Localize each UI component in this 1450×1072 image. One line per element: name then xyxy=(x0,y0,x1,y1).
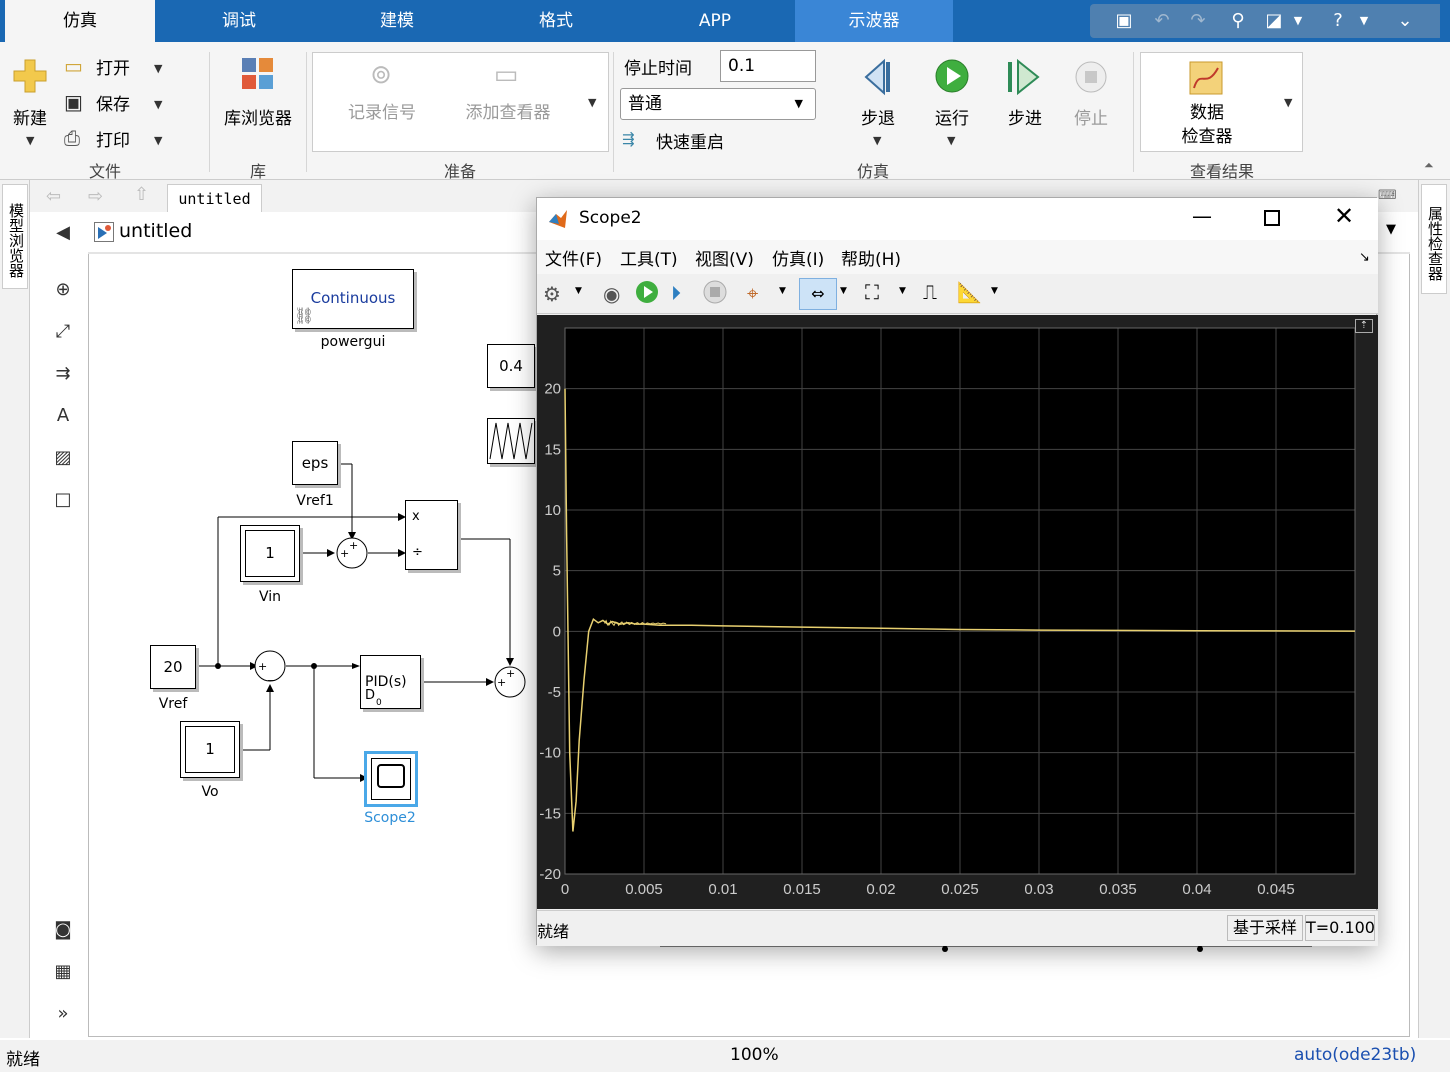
eps-label: Vref1 xyxy=(296,493,334,509)
scope-title: Scope2 xyxy=(579,208,642,228)
y-tick-label: -20 xyxy=(539,866,561,883)
settings-gear-icon[interactable]: ⚙ xyxy=(543,282,561,306)
pid-controller-block[interactable]: PID(s) D 0 xyxy=(360,655,421,709)
y-tick-label: 15 xyxy=(544,441,561,458)
vo-label: Vo xyxy=(201,784,219,800)
scope-status-bar: 就绪 基于采样 T=0.100 xyxy=(537,910,1378,946)
x-tick-label: 0.045 xyxy=(1257,881,1295,898)
scope-window: Scope2 — ✕ 文件(F) 工具(T) 视图(V) 仿真(I) 帮助(H)… xyxy=(536,197,1378,946)
scope-block[interactable] xyxy=(364,751,418,807)
product-divide: ÷ xyxy=(412,545,423,560)
scope-plot-area[interactable]: 0 0.005 0.01 0.015 0.02 0.025 0.03 0.035 0.04 0.0… xyxy=(537,315,1378,909)
signal-highlight-icon[interactable]: ⌖ xyxy=(747,281,758,305)
status-bar: 就绪 100% auto(ode23tb) xyxy=(0,1040,1450,1072)
undock-axes-icon[interactable]: ⇡ xyxy=(1355,319,1373,333)
scope-status-text: 就绪 xyxy=(537,922,570,941)
solver-link[interactable]: auto(ode23tb) xyxy=(1294,1045,1416,1065)
x-tick-label: 0.035 xyxy=(1099,881,1137,898)
scope-sample-mode: 基于采样 xyxy=(1227,915,1303,941)
scope-time: T=0.100 xyxy=(1305,915,1375,941)
vref-block[interactable]: 20 xyxy=(150,645,196,689)
chevron-down-icon[interactable]: ▼ xyxy=(840,286,847,296)
step-back-icon[interactable]: ◉ xyxy=(603,282,620,306)
step-forward-icon[interactable]: ⏵ xyxy=(671,281,681,305)
close-icon[interactable]: ✕ xyxy=(1334,202,1354,230)
zoom-level: 100% xyxy=(730,1045,779,1065)
y-tick-label: -15 xyxy=(539,805,561,822)
eps-block[interactable]: eps xyxy=(292,441,338,485)
vo-value: 1 xyxy=(185,726,235,773)
scope-display-icon xyxy=(377,764,405,788)
scope-chart: 0 0.005 0.01 0.015 0.02 0.025 0.03 0.035 0.04 0.0… xyxy=(539,327,1356,898)
dock-icon[interactable]: ↘ xyxy=(1359,250,1370,265)
vref-label: Vref xyxy=(158,696,188,712)
menu-simulation[interactable]: 仿真(I) xyxy=(772,245,824,270)
y-tick-label: 5 xyxy=(553,563,561,580)
menu-help[interactable]: 帮助(H) xyxy=(841,245,901,270)
menu-view[interactable]: 视图(V) xyxy=(695,245,754,270)
chevron-down-icon[interactable]: ▼ xyxy=(779,286,786,296)
x-tick-label: 0 xyxy=(561,881,569,898)
x-tick-label: 0.02 xyxy=(866,881,895,898)
powergui-text: Continuous xyxy=(310,289,396,307)
zoom-x-icon[interactable]: ⇔ xyxy=(799,278,837,310)
chevron-down-icon[interactable]: ▼ xyxy=(575,286,582,296)
chevron-down-icon[interactable]: ▼ xyxy=(899,286,906,296)
pwm-generator-block[interactable] xyxy=(487,418,535,464)
x-tick-label: 0.025 xyxy=(941,881,979,898)
vo-block[interactable]: 1 xyxy=(180,721,240,778)
y-tick-label: 0 xyxy=(553,623,561,640)
x-tick-label: 0.015 xyxy=(783,881,821,898)
status-text: 就绪 xyxy=(6,1050,40,1070)
scale-axes-icon[interactable]: ⛶ xyxy=(865,280,879,304)
svg-text:+: + xyxy=(349,539,358,552)
triggers-icon[interactable]: ⎍ xyxy=(923,280,937,304)
pid-sub: D xyxy=(365,688,376,703)
measurements-icon[interactable]: 📐 xyxy=(957,280,982,304)
y-tick-label: 10 xyxy=(544,502,561,519)
x-tick-label: 0.01 xyxy=(708,881,737,898)
vin-label: Vin xyxy=(258,589,282,605)
svg-text:+: + xyxy=(340,547,349,560)
matlab-icon xyxy=(547,208,569,230)
maximize-icon[interactable] xyxy=(1264,210,1280,226)
vin-value: 1 xyxy=(245,530,295,577)
x-tick-label: 0.03 xyxy=(1024,881,1053,898)
link-icon: ⛓ xyxy=(294,306,315,325)
svg-text:+: + xyxy=(497,676,506,689)
scope-title-bar: Scope2 — ✕ xyxy=(537,198,1378,240)
svg-text:+: + xyxy=(258,660,267,673)
triangle-wave-icon xyxy=(489,422,533,460)
scope-label: Scope2 xyxy=(364,810,416,826)
product-block[interactable]: x ÷ xyxy=(405,500,458,570)
menu-file[interactable]: 文件(F) xyxy=(545,245,602,270)
svg-text:_: _ xyxy=(267,667,275,682)
x-tick-label: 0.04 xyxy=(1182,881,1211,898)
run-icon[interactable] xyxy=(635,280,659,304)
powergui-label: powergui xyxy=(320,334,386,350)
chevron-down-icon[interactable]: ▼ xyxy=(991,286,998,296)
svg-text:+: + xyxy=(506,667,515,680)
pid-sub2: 0 xyxy=(376,698,382,708)
scope-menu-bar: 文件(F) 工具(T) 视图(V) 仿真(I) 帮助(H) ↘ xyxy=(537,240,1378,274)
y-tick-label: 20 xyxy=(544,381,561,398)
constant-block[interactable]: 0.4 xyxy=(487,344,535,388)
vin-block[interactable]: 1 xyxy=(240,525,300,582)
menu-tools[interactable]: 工具(T) xyxy=(620,245,678,270)
x-tick-label: 0.005 xyxy=(625,881,663,898)
y-tick-label: -10 xyxy=(539,745,561,762)
minimize-icon[interactable]: — xyxy=(1192,204,1212,228)
product-multiply: x xyxy=(412,509,420,524)
y-tick-label: -5 xyxy=(548,684,561,701)
scope-toolbar: ⚙ ▼ ◉ ⏵ ⌖ ▼ ⇔ ▼ ⛶ ▼ ⎍ 📐 ▼ xyxy=(537,274,1378,314)
stop-icon[interactable] xyxy=(703,280,727,304)
